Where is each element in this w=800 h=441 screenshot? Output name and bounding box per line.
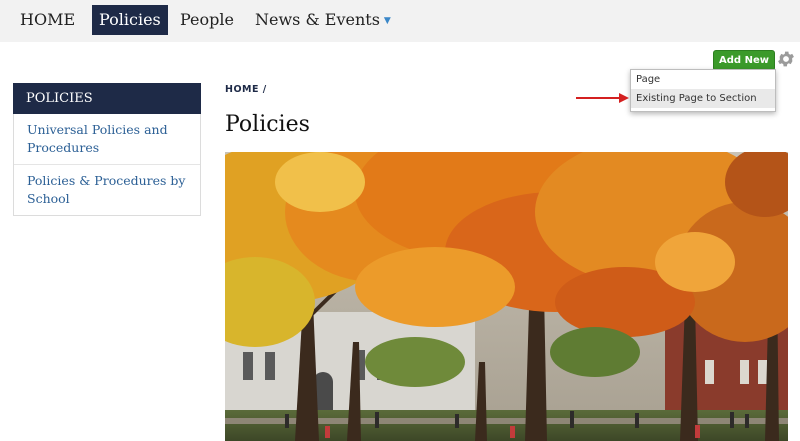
menu-item-page[interactable]: Page <box>631 70 775 89</box>
breadcrumb-home-link[interactable]: HOME <box>225 84 259 95</box>
add-new-dropdown-menu: Page Existing Page to Section <box>630 69 776 112</box>
page-title: Policies <box>225 112 310 137</box>
add-new-button[interactable]: Add New <box>713 50 775 71</box>
nav-home[interactable]: HOME <box>13 5 82 35</box>
menu-item-existing-page-to-section[interactable]: Existing Page to Section <box>631 89 775 108</box>
sidebar-item-universal-policies[interactable]: Universal Policies and Procedures <box>14 114 200 164</box>
chevron-down-icon: ▼ <box>383 16 391 26</box>
top-navigation: HOME Policies People News & Events ▼ <box>0 0 800 42</box>
sidebar-list: Universal Policies and Procedures Polici… <box>13 114 201 216</box>
nav-news-events-label: News & Events <box>255 10 380 29</box>
sidebar-item-policies-by-school[interactable]: Policies & Procedures by School <box>14 164 200 215</box>
hero-image-autumn-campus <box>225 152 788 441</box>
breadcrumb-separator: / <box>262 84 267 95</box>
sidebar: POLICIES Universal Policies and Procedur… <box>13 83 201 216</box>
red-arrow-annotation <box>576 93 629 103</box>
breadcrumb: HOME / <box>225 84 267 95</box>
nav-news-events[interactable]: News & Events ▼ <box>248 5 398 35</box>
nav-policies[interactable]: Policies <box>92 5 168 35</box>
gear-icon[interactable] <box>776 49 796 69</box>
sidebar-title[interactable]: POLICIES <box>13 83 201 114</box>
nav-people[interactable]: People <box>173 5 241 35</box>
